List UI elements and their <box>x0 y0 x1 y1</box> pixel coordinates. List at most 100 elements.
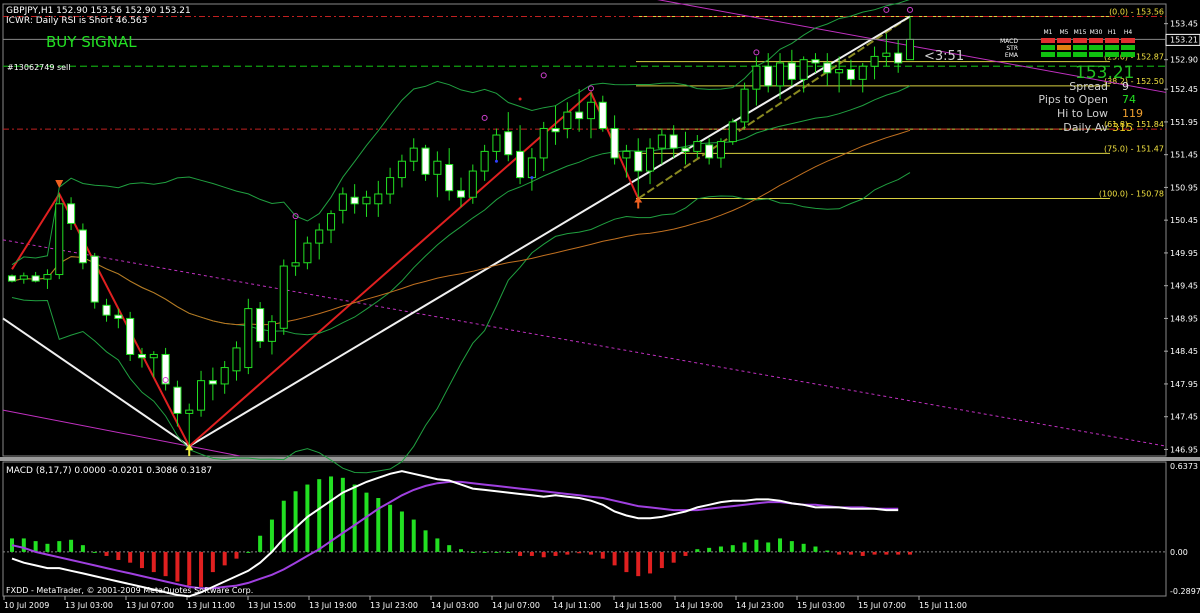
time-tick-label: 13 Jul 03:00 <box>65 601 113 610</box>
candle-body[interactable] <box>823 62 832 74</box>
candle-body[interactable] <box>173 386 182 414</box>
candle-body[interactable] <box>811 59 820 64</box>
candle-body[interactable] <box>456 190 466 198</box>
fib-level-label: (100.0) - 150.78 <box>1099 190 1164 199</box>
candle-body[interactable] <box>43 274 52 280</box>
candle-body[interactable] <box>740 88 749 123</box>
candle-body[interactable] <box>598 101 607 129</box>
candle-body[interactable] <box>764 65 773 87</box>
candle-body[interactable] <box>397 160 406 179</box>
candle-body[interactable] <box>55 203 64 276</box>
candle-body[interactable] <box>870 55 879 67</box>
candle-body[interactable] <box>527 157 536 179</box>
candle-body[interactable] <box>220 367 229 385</box>
mtf-timeframe-label: H4 <box>1124 29 1133 36</box>
candle-body[interactable] <box>775 62 785 87</box>
order-label[interactable]: #13062749 sell <box>7 63 71 72</box>
candle-body[interactable] <box>634 150 643 172</box>
mtf-signal-cell <box>1057 52 1071 57</box>
candle-body[interactable] <box>610 127 619 159</box>
candle-body[interactable] <box>185 409 194 414</box>
candle-body[interactable] <box>350 196 359 205</box>
macd-hist-bar <box>766 542 771 552</box>
macd-hist-bar <box>659 551 664 569</box>
candle-body[interactable] <box>433 160 442 175</box>
candle-body[interactable] <box>90 255 99 303</box>
candle-body[interactable] <box>516 150 525 179</box>
candle-body[interactable] <box>669 134 678 149</box>
daily-label: Daily Av <box>1063 121 1108 134</box>
candle-body[interactable] <box>846 69 855 80</box>
candle-body[interactable] <box>102 304 111 316</box>
candle-body[interactable] <box>67 203 76 224</box>
candle-body[interactable] <box>492 134 501 152</box>
candle-body[interactable] <box>752 65 761 90</box>
candle-body[interactable] <box>326 213 336 231</box>
candle-body[interactable] <box>149 353 158 359</box>
candle-body[interactable] <box>622 150 631 159</box>
candle-body[interactable] <box>409 147 418 162</box>
candle-body[interactable] <box>705 144 714 159</box>
candle-body[interactable] <box>480 150 489 172</box>
mtf-timeframe-label: M1 <box>1044 29 1053 36</box>
macd-tick-label: 0.6373 <box>1170 462 1198 471</box>
pane-separator[interactable] <box>0 457 1200 461</box>
candle-body[interactable] <box>787 62 796 80</box>
time-tick-label: 14 Jul 07:00 <box>492 601 540 610</box>
candle-body[interactable] <box>114 314 123 319</box>
mtf-signal-cell <box>1041 45 1055 50</box>
candle-body[interactable] <box>315 229 324 244</box>
candle-body[interactable] <box>681 147 690 152</box>
candle-body[interactable] <box>291 262 300 267</box>
candle-body[interactable] <box>646 147 655 172</box>
candle-body[interactable] <box>208 380 217 385</box>
candle-body[interactable] <box>197 380 206 411</box>
mtf-signal-cell <box>1057 45 1071 50</box>
candle-body[interactable] <box>244 308 253 369</box>
candle-body[interactable] <box>232 347 241 372</box>
candle-body[interactable] <box>882 52 891 57</box>
candle-body[interactable] <box>256 308 265 342</box>
price-tick-label: 150.45 <box>1170 216 1198 225</box>
trading-chart[interactable]: (0.0) - 153.56(25.0) - 152.87(38.2) - 15… <box>0 0 1200 613</box>
candle-body[interactable] <box>551 127 560 133</box>
candle-body[interactable] <box>504 131 513 156</box>
candle-body[interactable] <box>78 229 87 264</box>
candle-body[interactable] <box>468 170 477 198</box>
candle-body[interactable] <box>858 65 867 80</box>
candle-body[interactable] <box>894 52 903 64</box>
candle-body[interactable] <box>693 141 702 152</box>
macd-hist-bar <box>718 546 723 552</box>
candle-body[interactable] <box>386 177 395 195</box>
candle-body[interactable] <box>137 353 147 359</box>
candle-body[interactable] <box>279 265 288 329</box>
candle-body[interactable] <box>728 121 737 143</box>
macd-hist-bar <box>588 551 593 555</box>
candle-body[interactable] <box>586 101 596 120</box>
candle-body[interactable] <box>267 321 276 342</box>
candle-body[interactable] <box>374 193 383 205</box>
macd-hist-bar <box>459 549 463 552</box>
candle-body[interactable] <box>905 38 915 61</box>
candle-body[interactable] <box>303 242 312 264</box>
candle-body[interactable] <box>539 127 548 159</box>
candle-body[interactable] <box>445 163 454 192</box>
time-tick-label: 14 Jul 23:00 <box>736 601 784 610</box>
candle-body[interactable] <box>19 275 28 280</box>
candle-body[interactable] <box>421 147 430 175</box>
candle-body[interactable] <box>835 69 844 74</box>
candle-body[interactable] <box>338 193 347 211</box>
candle-body[interactable] <box>31 275 40 282</box>
price-tick-label: 149.95 <box>1170 249 1198 258</box>
time-tick-label: 14 Jul 11:00 <box>553 601 601 610</box>
candle-body[interactable] <box>126 317 135 355</box>
candle-body[interactable] <box>575 111 584 120</box>
candle-body[interactable] <box>563 111 572 129</box>
macd-hist-bar <box>210 551 215 573</box>
candle-body[interactable] <box>716 141 725 159</box>
candle-body[interactable] <box>362 196 371 205</box>
candle-body[interactable] <box>799 59 808 80</box>
candle-body[interactable] <box>657 134 666 149</box>
candle-body[interactable] <box>7 275 17 282</box>
macd-hist-bar <box>364 492 369 552</box>
